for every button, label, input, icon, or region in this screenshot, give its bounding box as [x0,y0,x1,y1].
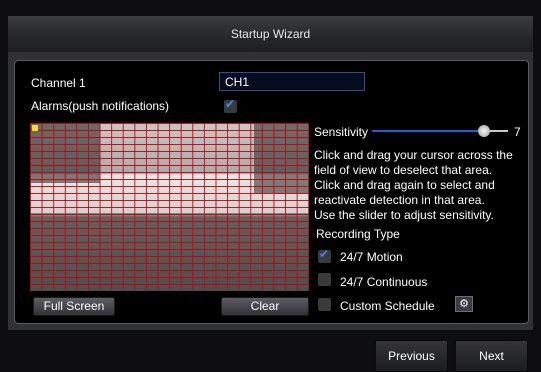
previous-button[interactable]: Previous [375,340,448,372]
instructions-text: Click and drag your cursor across the fi… [314,148,524,223]
alarms-label: Alarms(push notifications) [31,99,170,113]
motion-detection-grid[interactable] [30,123,309,291]
gear-icon[interactable]: ⚙ [455,296,473,312]
next-button[interactable]: Next [455,340,528,372]
custom-schedule-label: Custom Schedule [340,299,435,313]
instruction-line: Use the slider to adjust sensitivity. [314,208,494,222]
channel-label: Channel 1 [31,76,86,90]
instruction-line: Click and drag again to select and [314,178,495,192]
instruction-line: field of view to deselect that area. [314,163,493,177]
sensitivity-label: Sensitivity [314,125,369,139]
sensitivity-slider-fill [372,130,482,132]
motion-grid-preview[interactable] [30,123,309,291]
instruction-line: reactivate detection in that area. [314,193,485,207]
instruction-line: Click and drag your cursor across the [314,148,513,162]
window-title: Startup Wizard [230,27,311,41]
sensitivity-value: 7 [514,125,521,139]
sensitivity-slider-handle[interactable] [478,125,490,137]
full-screen-button[interactable]: Full Screen [33,297,115,316]
continuous-checkbox[interactable] [318,273,331,286]
channel-name-field[interactable]: CH1 [219,72,365,91]
title-bar: Startup Wizard [8,16,533,53]
continuous-label: 24/7 Continuous [340,275,428,289]
corner-marker-icon [32,125,38,131]
clear-button[interactable]: Clear [221,297,309,316]
motion-label: 24/7 Motion [340,250,403,264]
motion-checkbox[interactable] [318,247,331,263]
alarms-checkbox[interactable] [224,97,237,113]
recording-type-title: Recording Type [316,227,400,241]
custom-schedule-checkbox[interactable] [318,298,331,311]
